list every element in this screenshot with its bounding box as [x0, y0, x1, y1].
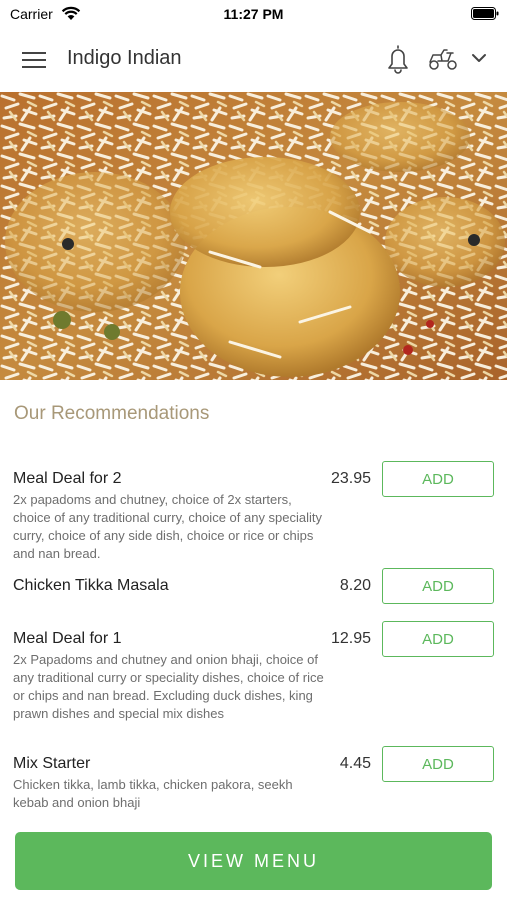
- clock: 11:27 PM: [223, 6, 284, 22]
- view-menu-button[interactable]: VIEW MENU: [15, 832, 492, 890]
- chevron-down-icon[interactable]: [470, 51, 488, 65]
- menu-item-description: Chicken tikka, lamb tikka, chicken pakor…: [13, 777, 293, 810]
- add-button[interactable]: ADD: [382, 746, 494, 782]
- menu-item-name: Meal Deal for 1: [13, 630, 122, 647]
- hero-food-image: [0, 92, 507, 380]
- delivery-scooter-icon[interactable]: [427, 47, 459, 71]
- restaurant-name: Indigo Indian: [67, 47, 182, 69]
- battery-icon: [471, 7, 499, 20]
- add-button[interactable]: ADD: [382, 568, 494, 604]
- menu-item-description: 2x papadoms and chutney, choice of 2x st…: [13, 492, 323, 561]
- status-bar: Carrier 11:27 PM: [0, 0, 507, 28]
- menu-item-name: Chicken Tikka Masala: [13, 577, 169, 594]
- menu-item-price: 4.45: [339, 755, 371, 772]
- bell-icon[interactable]: [385, 44, 411, 74]
- app-header: Indigo Indian: [0, 28, 507, 92]
- menu-item-name: Meal Deal for 2: [13, 470, 122, 487]
- menu-item-price: 12.95: [330, 630, 371, 647]
- add-button[interactable]: ADD: [382, 621, 494, 657]
- add-button[interactable]: ADD: [382, 461, 494, 497]
- menu-item-price: 8.20: [339, 577, 371, 594]
- menu-item-price: 23.95: [330, 470, 371, 487]
- menu-item-name: Mix Starter: [13, 755, 91, 772]
- recommendations-title: Our Recommendations: [14, 403, 210, 424]
- menu-item-description: 2x Papadoms and chutney and onion bhaji,…: [13, 652, 324, 721]
- hamburger-menu-icon[interactable]: [22, 51, 46, 69]
